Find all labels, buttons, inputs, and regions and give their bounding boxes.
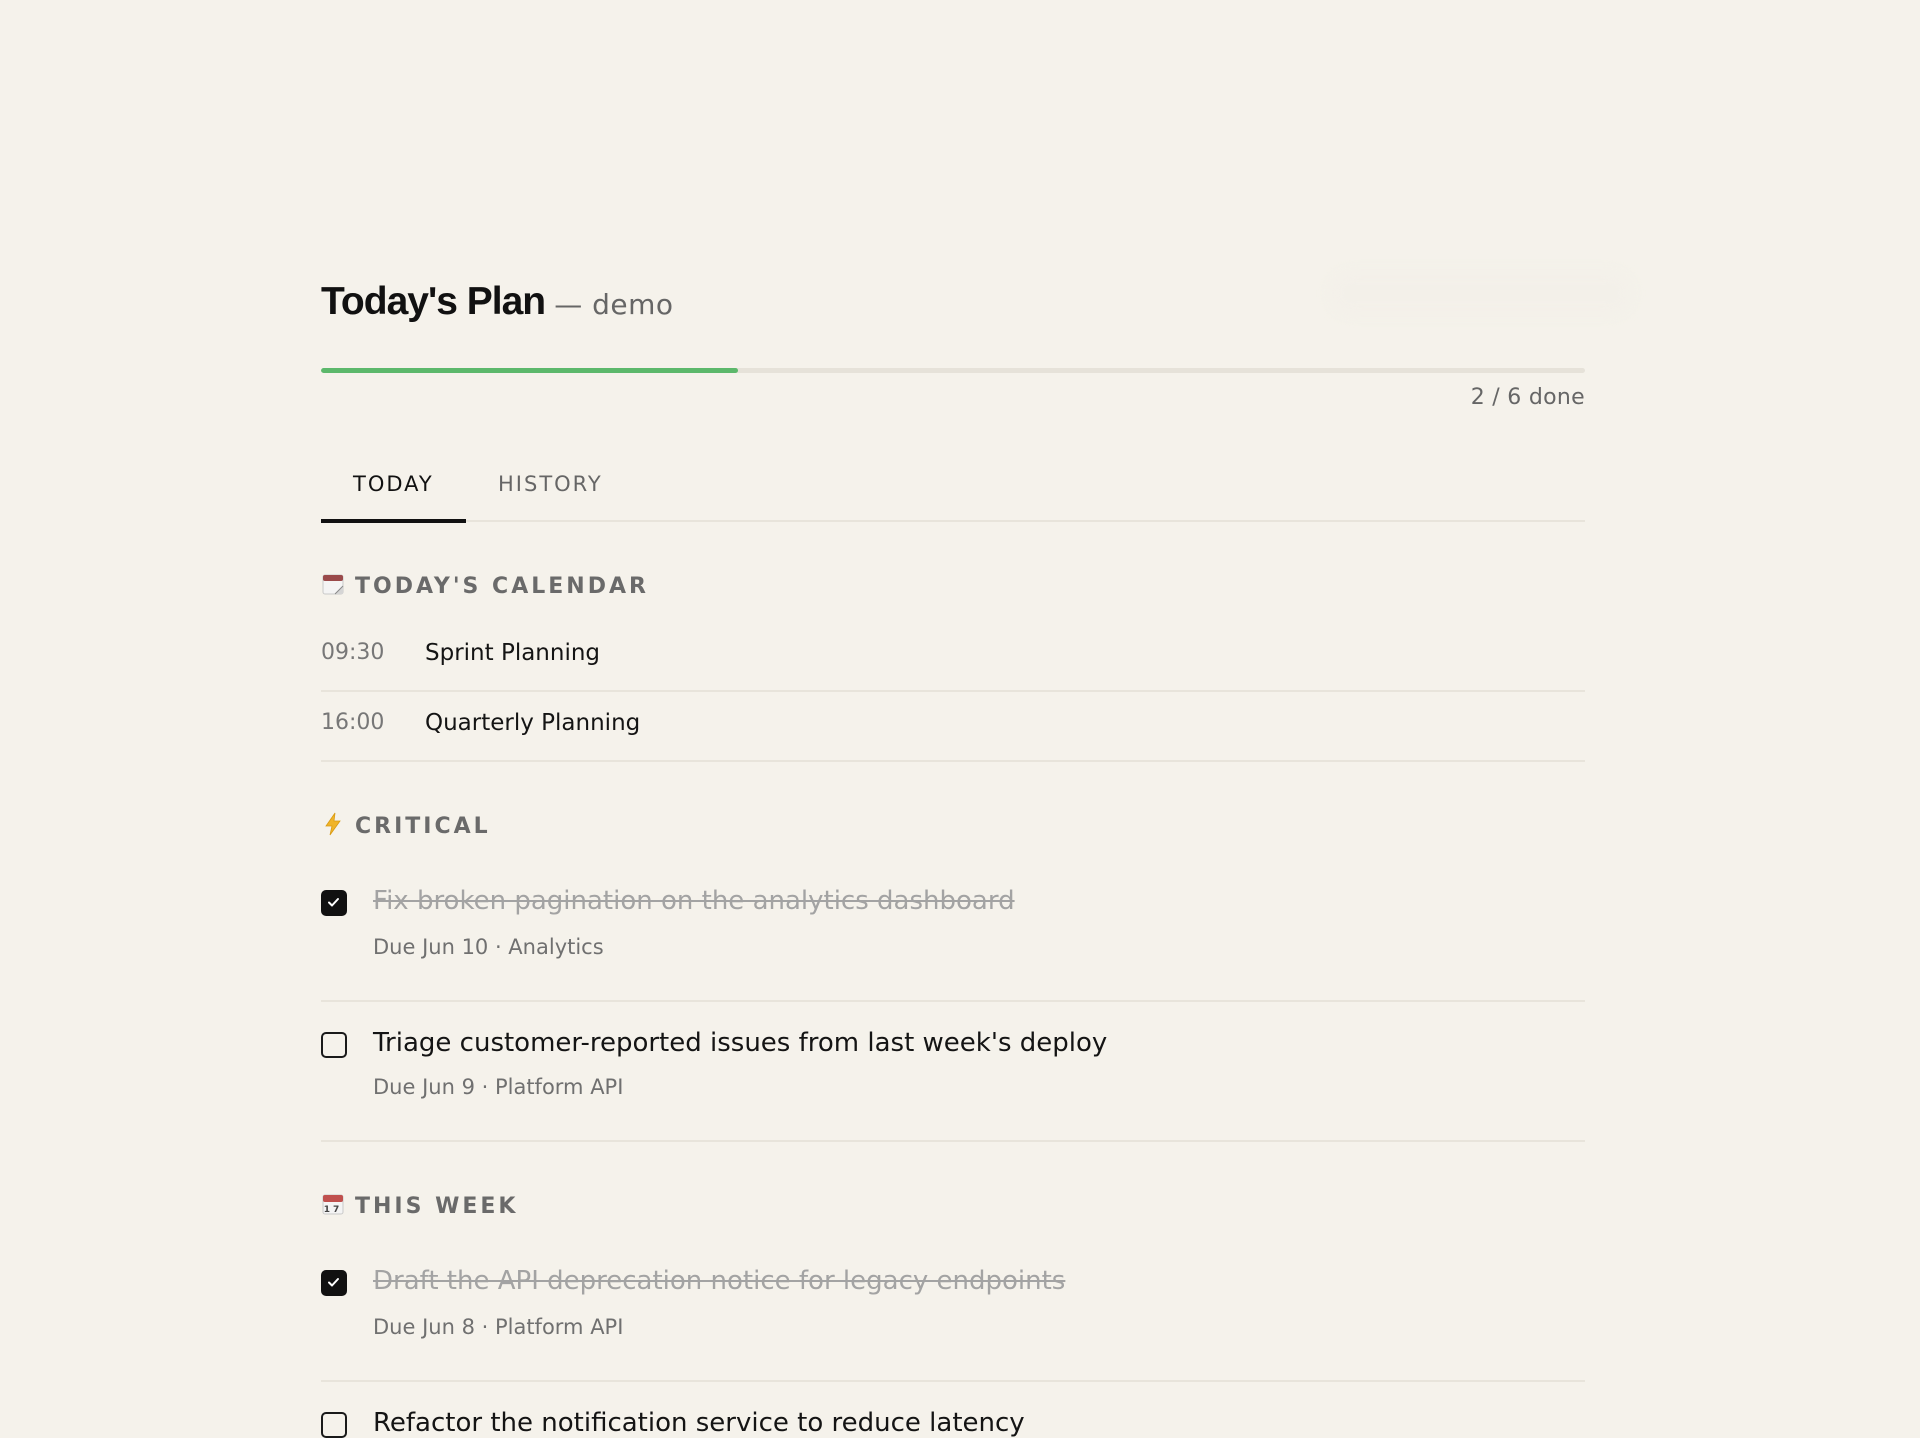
check-icon [328, 1278, 339, 1287]
task-item: Refactor the notification service to red… [321, 1380, 1585, 1438]
event-title: Quarterly Planning [425, 710, 641, 736]
task-item: Fix broken pagination on the analytics d… [321, 870, 1585, 1002]
event-time: 16:00 [321, 710, 385, 735]
progress-label: 2 / 6 done [1470, 385, 1585, 410]
critical-heading-text: CRITICAL [355, 814, 491, 839]
lightning-icon [321, 812, 345, 836]
calendar-17-icon: 17 [321, 1192, 345, 1216]
calendar-event[interactable]: 09:30 Sprint Planning [321, 620, 1585, 692]
active-tab-indicator [321, 519, 466, 523]
page-title: Today's Plan [321, 280, 546, 323]
task-meta: Due Jun 9 · Platform API [373, 1075, 624, 1099]
event-time: 09:30 [321, 640, 385, 665]
this-week-heading-text: THIS WEEK [355, 1194, 519, 1219]
task-meta: Due Jun 10 · Analytics [373, 935, 604, 959]
this-week-section-heading: 17 THIS WEEK [321, 1192, 518, 1219]
task-title[interactable]: Triage customer-reported issues from las… [373, 1028, 1107, 1058]
task-checkbox[interactable] [321, 890, 347, 916]
tab-bar: TODAY HISTORY [321, 460, 1585, 523]
check-icon [328, 898, 339, 907]
task-item: Draft the API deprecation notice for leg… [321, 1250, 1585, 1382]
tear-off-calendar-icon [321, 572, 345, 596]
progress-fill [321, 368, 739, 373]
task-item: Triage customer-reported issues from las… [321, 1000, 1585, 1142]
calendar-section-heading: TODAY'S CALENDAR [321, 572, 649, 599]
progress-bar [321, 368, 1585, 373]
header-glow [1331, 272, 1631, 314]
tab-today[interactable]: TODAY [353, 472, 434, 496]
task-title[interactable]: Fix broken pagination on the analytics d… [373, 886, 1015, 916]
critical-section-heading: CRITICAL [321, 812, 491, 839]
tab-history[interactable]: HISTORY [498, 472, 603, 496]
task-checkbox[interactable] [321, 1412, 347, 1438]
svg-text:17: 17 [324, 1205, 343, 1215]
page-header: Today's Plan — demo [321, 280, 674, 324]
task-checkbox[interactable] [321, 1032, 347, 1058]
task-checkbox[interactable] [321, 1270, 347, 1296]
task-meta: Due Jun 8 · Platform API [373, 1315, 624, 1339]
page-subtitle: — demo [554, 288, 674, 321]
calendar-heading-text: TODAY'S CALENDAR [355, 574, 649, 599]
calendar-event[interactable]: 16:00 Quarterly Planning [321, 690, 1585, 762]
task-title[interactable]: Draft the API deprecation notice for leg… [373, 1266, 1065, 1296]
event-title: Sprint Planning [425, 640, 601, 666]
